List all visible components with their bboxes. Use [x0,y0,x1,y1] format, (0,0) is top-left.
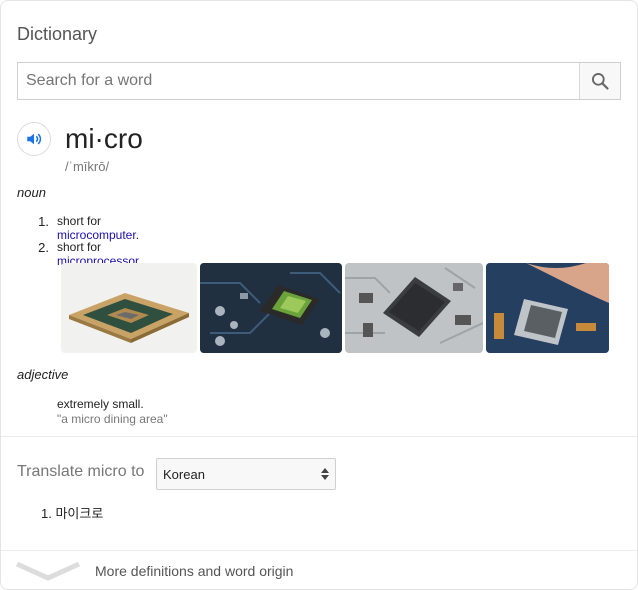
definition-prefix: short for [57,214,102,228]
search-input[interactable] [18,63,579,99]
pos-adjective: adjective [17,367,69,382]
chevron-down-icon [15,561,81,581]
definition-number: 2. [38,240,49,255]
cpu-socket-image[interactable] [486,263,609,353]
translate-label: Translate micro to [17,463,145,480]
more-definitions-label: More definitions and word origin [95,563,294,579]
phonetic: /ˈmīkrō/ [65,159,110,174]
adjective-example: "a micro dining area" [57,412,168,426]
language-select[interactable]: Korean [156,458,336,490]
microprocessor-board-image[interactable] [345,263,483,353]
cpu-chip-image[interactable] [61,263,197,353]
definition-number: 1. [38,214,49,229]
search-box [17,62,621,100]
search-button[interactable] [579,63,620,99]
search-icon [592,73,609,90]
pos-noun: noun [17,185,46,200]
language-select-value: Korean [163,466,205,482]
speaker-icon [27,133,42,145]
select-arrows-icon [321,468,329,480]
adjective-definition-text: extremely small. [57,397,144,411]
translation-text: 마이크로 [55,506,104,521]
headword: mi·cro [65,123,143,154]
adjective-definition: extremely small. "a micro dining area" [57,397,168,427]
divider [1,436,637,437]
definition-prefix: short for [57,240,102,254]
translation-item: 1. 마이크로 [41,503,103,522]
more-definitions-button[interactable]: More definitions and word origin [1,551,637,589]
translation-number: 1. [41,506,52,521]
pronunciation-button[interactable] [17,122,51,156]
card-title: Dictionary [17,24,98,44]
circuit-board-image[interactable] [200,263,342,353]
dictionary-card: Dictionary mi·cro /ˈmīkrō/ noun 1. short… [0,0,638,590]
image-strip [61,263,612,353]
